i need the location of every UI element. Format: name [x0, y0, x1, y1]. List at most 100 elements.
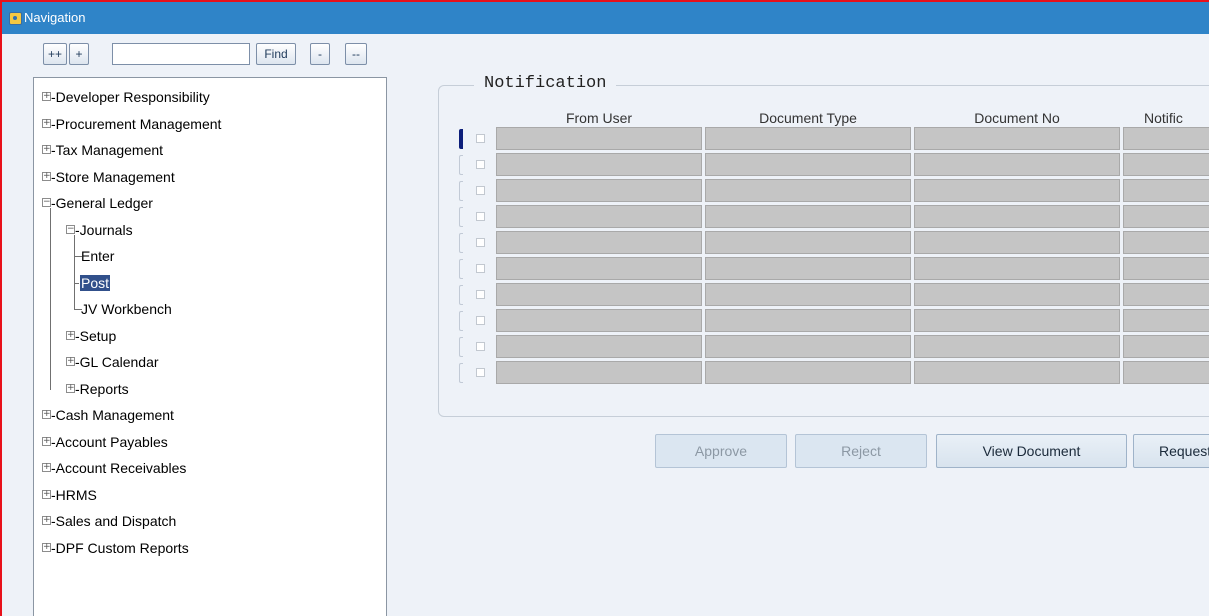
- tree-expand-icon[interactable]: +: [66, 357, 75, 366]
- request-button[interactable]: Request I: [1133, 434, 1209, 468]
- grid-cell[interactable]: [1123, 179, 1209, 202]
- row-selector[interactable]: [459, 129, 463, 149]
- tree-collapse-icon[interactable]: −: [42, 198, 51, 207]
- view-document-button[interactable]: View Document: [936, 434, 1127, 468]
- grid-cell[interactable]: [1123, 361, 1209, 384]
- tree-node-sales-and-dispatch[interactable]: + -Sales and Dispatch: [42, 512, 176, 530]
- grid-cell[interactable]: [705, 309, 911, 332]
- expand-button[interactable]: +: [69, 43, 89, 65]
- tree-node-hrms[interactable]: + -HRMS: [42, 486, 97, 504]
- tree-node-cash-management[interactable]: + -Cash Management: [42, 406, 174, 424]
- row-selector[interactable]: [459, 259, 463, 279]
- tree-node-developer-responsibility[interactable]: + -Developer Responsibility: [42, 88, 210, 106]
- row-selector[interactable]: [459, 363, 463, 383]
- row-checkbox[interactable]: [476, 368, 485, 377]
- row-checkbox[interactable]: [476, 290, 485, 299]
- row-selector[interactable]: [459, 311, 463, 331]
- grid-cell[interactable]: [496, 231, 702, 254]
- grid-cell[interactable]: [914, 283, 1120, 306]
- grid-cell[interactable]: [705, 361, 911, 384]
- row-checkbox[interactable]: [476, 342, 485, 351]
- row-selector[interactable]: [459, 155, 463, 175]
- grid-cell[interactable]: [1123, 335, 1209, 358]
- tree-collapse-icon[interactable]: −: [66, 224, 75, 234]
- tree-expand-icon[interactable]: +: [42, 489, 51, 499]
- grid-cell[interactable]: [1123, 231, 1209, 254]
- tree-node-procurement-management[interactable]: + -Procurement Management: [42, 115, 221, 133]
- grid-cell[interactable]: [705, 179, 911, 202]
- reject-button[interactable]: Reject: [795, 434, 927, 468]
- tree-node-post[interactable]: Post: [74, 273, 112, 292]
- row-selector[interactable]: [459, 285, 463, 305]
- grid-cell[interactable]: [705, 205, 911, 228]
- tree-expand-icon[interactable]: +: [42, 542, 51, 552]
- tree-expand-icon[interactable]: +: [42, 118, 51, 128]
- grid-cell[interactable]: [1123, 153, 1209, 176]
- tree-expand-icon[interactable]: +: [66, 383, 75, 393]
- tree-node-account-receivables[interactable]: + -Account Receivables: [42, 459, 186, 477]
- tree-expand-icon[interactable]: +: [42, 171, 51, 181]
- row-checkbox[interactable]: [476, 238, 485, 247]
- grid-cell[interactable]: [914, 153, 1120, 176]
- collapse-all-button[interactable]: --: [345, 43, 367, 65]
- grid-cell[interactable]: [496, 283, 702, 306]
- tree-node-dpf-custom-reports[interactable]: + -DPF Custom Reports: [42, 539, 189, 557]
- grid-cell[interactable]: [496, 309, 702, 332]
- tree-expand-icon[interactable]: +: [66, 330, 75, 340]
- grid-cell[interactable]: [914, 309, 1120, 332]
- find-button[interactable]: Find: [256, 43, 296, 65]
- row-checkbox[interactable]: [476, 160, 485, 169]
- grid-cell[interactable]: [705, 283, 911, 306]
- tree-node-store-management[interactable]: + -Store Management: [42, 168, 175, 186]
- row-selector[interactable]: [459, 181, 463, 201]
- row-selector[interactable]: [459, 233, 463, 253]
- tree-expand-icon[interactable]: +: [42, 436, 51, 446]
- grid-cell[interactable]: [914, 257, 1120, 280]
- grid-cell[interactable]: [705, 153, 911, 176]
- tree-node-reports[interactable]: + -Reports: [66, 380, 129, 398]
- grid-cell[interactable]: [705, 257, 911, 280]
- tree-node-setup[interactable]: + -Setup: [66, 327, 116, 345]
- grid-cell[interactable]: [914, 231, 1120, 254]
- tree-node-enter[interactable]: Enter: [74, 247, 115, 265]
- row-selector[interactable]: [459, 207, 463, 227]
- grid-cell[interactable]: [705, 127, 911, 150]
- row-checkbox[interactable]: [476, 212, 485, 221]
- tree-node-journals[interactable]: − -Journals: [66, 221, 133, 239]
- grid-cell[interactable]: [705, 231, 911, 254]
- grid-cell[interactable]: [496, 153, 702, 176]
- search-input[interactable]: [112, 43, 250, 65]
- row-selector[interactable]: [459, 337, 463, 357]
- tree-node-general-ledger[interactable]: − -General Ledger: [42, 194, 153, 212]
- tree-node-tax-management[interactable]: + -Tax Management: [42, 141, 163, 159]
- tree-node-jv-workbench[interactable]: JV Workbench: [74, 300, 173, 318]
- grid-cell[interactable]: [496, 335, 702, 358]
- grid-cell[interactable]: [1123, 309, 1209, 332]
- row-checkbox[interactable]: [476, 316, 485, 325]
- tree-node-account-payables[interactable]: + -Account Payables: [42, 433, 168, 451]
- approve-button[interactable]: Approve: [655, 434, 787, 468]
- grid-cell[interactable]: [496, 257, 702, 280]
- collapse-button[interactable]: -: [310, 43, 330, 65]
- grid-cell[interactable]: [914, 361, 1120, 384]
- grid-cell[interactable]: [1123, 127, 1209, 150]
- grid-cell[interactable]: [1123, 205, 1209, 228]
- grid-cell[interactable]: [914, 179, 1120, 202]
- expand-all-button[interactable]: ++: [43, 43, 67, 65]
- tree-expand-icon[interactable]: +: [42, 92, 51, 101]
- grid-cell[interactable]: [496, 127, 702, 150]
- grid-cell[interactable]: [705, 335, 911, 358]
- grid-cell[interactable]: [496, 205, 702, 228]
- tree-expand-icon[interactable]: +: [42, 463, 51, 472]
- grid-cell[interactable]: [496, 361, 702, 384]
- grid-cell[interactable]: [1123, 257, 1209, 280]
- row-checkbox[interactable]: [476, 134, 485, 143]
- grid-cell[interactable]: [914, 205, 1120, 228]
- row-checkbox[interactable]: [476, 264, 485, 273]
- tree-node-gl-calendar[interactable]: + -GL Calendar: [66, 353, 159, 371]
- grid-cell[interactable]: [496, 179, 702, 202]
- tree-expand-icon[interactable]: +: [42, 410, 51, 419]
- navigation-tree[interactable]: + -Developer Responsibility + -Procurement …: [33, 77, 387, 616]
- grid-cell[interactable]: [914, 335, 1120, 358]
- tree-expand-icon[interactable]: +: [42, 516, 51, 525]
